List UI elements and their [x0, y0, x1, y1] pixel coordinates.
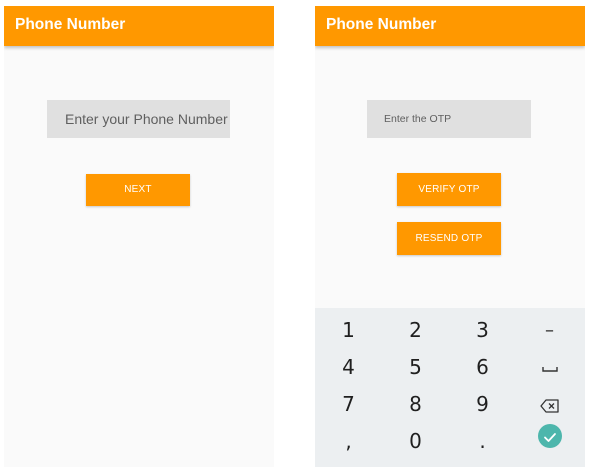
verify-otp-button[interactable]: VERIFY OTP	[397, 173, 501, 206]
otp-entry-screen: Phone Number Enter the OTP VERIFY OTP RE…	[315, 6, 585, 467]
app-bar-title: Phone Number	[4, 6, 274, 46]
key-8[interactable]: 8	[382, 386, 449, 423]
key-6[interactable]: 6	[449, 349, 516, 386]
key-dash[interactable]: –	[516, 312, 583, 349]
app-bar-title: Phone Number	[315, 6, 585, 46]
phone-number-input[interactable]: Enter your Phone Number	[47, 100, 230, 138]
key-2[interactable]: 2	[382, 312, 449, 349]
key-0[interactable]: 0	[382, 423, 449, 460]
key-3[interactable]: 3	[449, 312, 516, 349]
phone-entry-screen: Phone Number Enter your Phone Number NEX…	[4, 6, 274, 467]
done-key[interactable]	[516, 418, 583, 455]
key-period[interactable]: .	[449, 423, 516, 460]
next-button[interactable]: NEXT	[86, 174, 190, 206]
otp-input[interactable]: Enter the OTP	[367, 100, 531, 138]
key-comma[interactable]: ,	[315, 423, 382, 460]
key-9[interactable]: 9	[449, 386, 516, 423]
key-5[interactable]: 5	[382, 349, 449, 386]
key-7[interactable]: 7	[315, 386, 382, 423]
done-check-icon	[537, 424, 562, 448]
numeric-keyboard: 1 2 3 – 4 5 6 7 8 9 , 0 .	[315, 308, 585, 467]
backspace-icon	[539, 398, 559, 413]
key-4[interactable]: 4	[315, 349, 382, 386]
space-icon	[541, 366, 558, 372]
space-key[interactable]	[516, 349, 583, 386]
resend-otp-button[interactable]: RESEND OTP	[397, 222, 501, 255]
key-1[interactable]: 1	[315, 312, 382, 349]
